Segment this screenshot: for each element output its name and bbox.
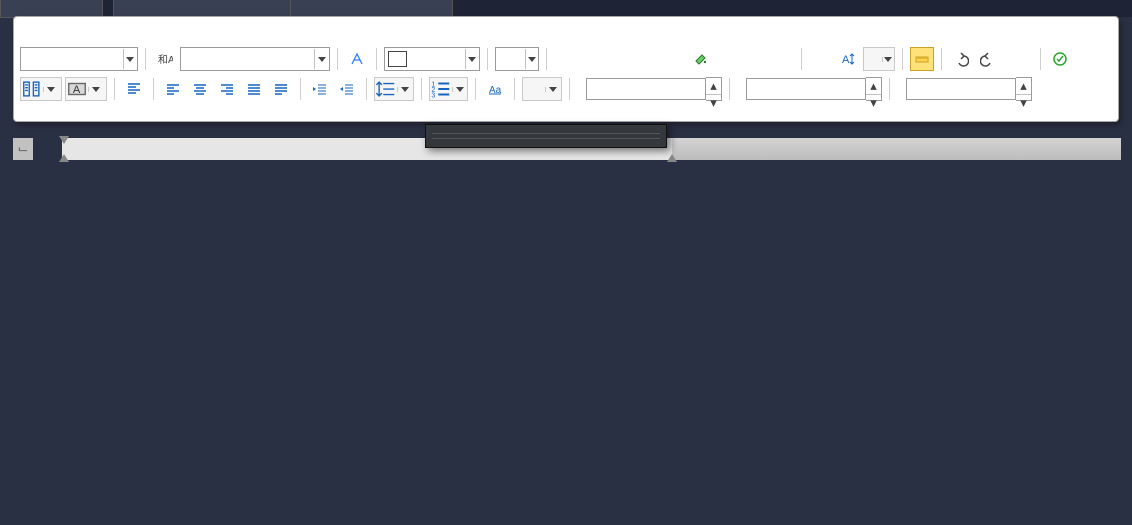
menu-separator (432, 133, 660, 134)
strikethrough-button[interactable] (608, 47, 632, 71)
ok-button[interactable] (1003, 47, 1033, 71)
chevron-down-icon (882, 57, 894, 62)
symbol-split[interactable] (522, 77, 562, 101)
separator (153, 78, 154, 100)
svg-text:和A: 和A (158, 54, 173, 66)
chevron-down-icon (314, 49, 329, 69)
numbered-list-split[interactable]: 123 (429, 77, 468, 101)
ruler-toggle[interactable] (910, 47, 934, 71)
chevron-down-icon (525, 49, 538, 69)
chevron-down-icon (545, 87, 560, 92)
separator (514, 78, 515, 100)
separator (421, 78, 422, 100)
separator (376, 48, 377, 70)
text-color-combo[interactable] (384, 47, 480, 71)
separator (337, 48, 338, 70)
align-right-button[interactable] (215, 77, 239, 101)
indent-decrease-button[interactable] (308, 77, 332, 101)
top-toolbar-remnant (0, 0, 1132, 17)
separator (366, 78, 367, 100)
separator (145, 48, 146, 70)
align-justify-button[interactable] (242, 77, 266, 101)
superscript-button[interactable] (716, 47, 740, 71)
options-button[interactable] (1048, 47, 1072, 71)
format-paint-icon[interactable] (689, 47, 713, 71)
text-editor-canvas[interactable] (13, 161, 1119, 525)
separator (114, 78, 115, 100)
text-style-combo[interactable] (20, 47, 138, 71)
first-line-indent-marker[interactable] (59, 136, 69, 146)
tracking-spinner[interactable]: ▴▾ (746, 77, 882, 101)
separator (902, 48, 903, 70)
color-swatch (388, 51, 407, 67)
separator (300, 78, 301, 100)
subscript-button[interactable] (743, 47, 767, 71)
chevron-down-icon (123, 49, 137, 69)
chevron-down-icon (397, 87, 412, 92)
chevron-down-icon (465, 49, 479, 69)
separator (569, 78, 570, 100)
line-spacing-split[interactable] (374, 77, 414, 101)
align-top-left-button[interactable] (122, 77, 146, 101)
separator (487, 48, 488, 70)
change-case-button[interactable] (809, 47, 833, 71)
svg-text:A: A (73, 84, 81, 96)
oblique-spinner[interactable]: ▴▾ (586, 77, 722, 101)
font-settings-split[interactable] (863, 47, 895, 71)
spinner-arrows[interactable]: ▴▾ (866, 77, 882, 101)
overline-button[interactable] (662, 47, 686, 71)
indent-increase-button[interactable] (335, 77, 359, 101)
italic-button[interactable] (581, 47, 605, 71)
align-center-button[interactable] (188, 77, 212, 101)
oblique-input[interactable] (586, 78, 706, 100)
chevron-down-icon (452, 87, 467, 92)
spinner-arrows[interactable]: ▴▾ (1016, 77, 1032, 101)
separator (889, 78, 890, 100)
numbered-list-menu (425, 124, 667, 148)
tracking-input[interactable] (746, 78, 866, 100)
line-spacing-icon (375, 78, 397, 100)
align-left-button[interactable] (161, 77, 185, 101)
separator (1040, 48, 1041, 70)
menu-separator (432, 138, 660, 139)
field-icon: A (66, 78, 88, 100)
svg-text:A: A (842, 54, 850, 66)
text-format-panel: 和A (13, 16, 1119, 122)
text-size-combo[interactable] (495, 47, 539, 71)
undo-button[interactable] (949, 47, 973, 71)
chevron-down-icon (43, 87, 58, 92)
underline-button[interactable] (635, 47, 659, 71)
numbered-list-icon: 123 (430, 78, 452, 100)
separator (546, 48, 547, 70)
separator (941, 48, 942, 70)
svg-text:3: 3 (431, 92, 435, 99)
redo-button[interactable] (976, 47, 1000, 71)
ruler-corner-icon: ⌙ (13, 138, 33, 160)
separator (729, 78, 730, 100)
text-height-button[interactable]: A (836, 47, 860, 71)
stack-fraction-button[interactable] (770, 47, 794, 71)
font-combo[interactable] (180, 47, 330, 71)
width-factor-spinner[interactable]: ▴▾ (906, 77, 1032, 101)
width-factor-input[interactable] (906, 78, 1016, 100)
separator (475, 78, 476, 100)
separator (801, 48, 802, 70)
chevron-down-icon (88, 87, 103, 92)
columns-icon (21, 78, 43, 100)
field-split[interactable]: A (65, 77, 107, 101)
font-glyph-icon[interactable]: 和A (153, 47, 177, 71)
align-distribute-button[interactable] (269, 77, 293, 101)
annotative-icon[interactable] (345, 47, 369, 71)
uppercase-button[interactable]: Aa (483, 77, 507, 101)
columns-split[interactable] (20, 77, 62, 101)
spinner-arrows[interactable]: ▴▾ (706, 77, 722, 101)
bold-button[interactable] (554, 47, 578, 71)
